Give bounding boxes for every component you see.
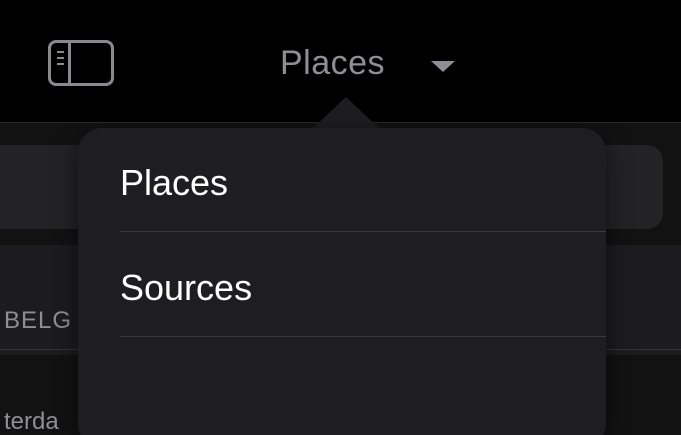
title-dropdown-button[interactable]: Places bbox=[280, 40, 456, 86]
menu-item-label: Places bbox=[120, 162, 229, 203]
sidebar-line bbox=[57, 63, 64, 65]
chevron-down-icon bbox=[431, 60, 456, 72]
app-screen: Places BELG terda Places Sources bbox=[0, 0, 681, 435]
list-item-text[interactable]: terda bbox=[4, 408, 59, 435]
popover-arrow bbox=[312, 97, 380, 129]
view-switcher-popover: Places Sources bbox=[78, 128, 606, 435]
section-header: BELG bbox=[4, 307, 73, 334]
nav-title: Places bbox=[280, 43, 386, 82]
menu-item-label: Sources bbox=[120, 267, 253, 308]
sidebar-line bbox=[57, 57, 64, 59]
sidebar-toggle-icon[interactable] bbox=[48, 40, 114, 86]
menu-item-sources[interactable]: Sources bbox=[120, 233, 606, 337]
sidebar-pane-divider bbox=[68, 43, 71, 83]
sidebar-line bbox=[57, 51, 64, 53]
menu-item-places[interactable]: Places bbox=[120, 128, 606, 232]
